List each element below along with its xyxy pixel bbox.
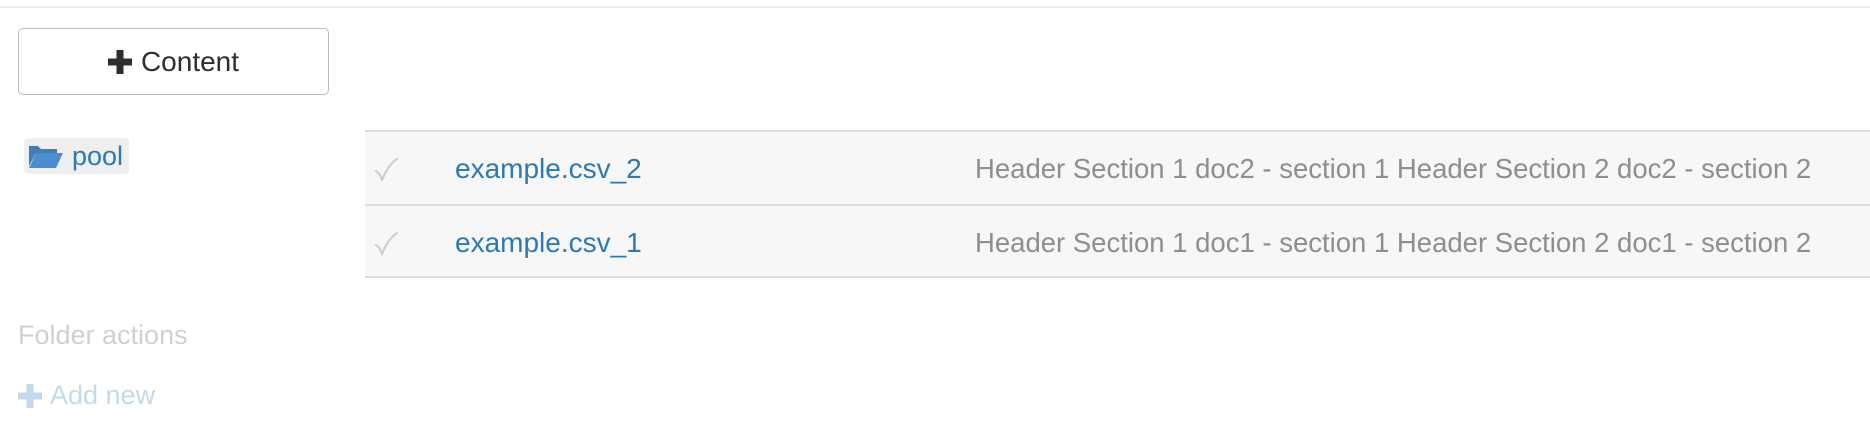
checkmark-icon[interactable] xyxy=(372,230,400,258)
add-content-label: Content xyxy=(140,45,240,77)
file-name-link[interactable]: example.csv_2 xyxy=(455,153,642,185)
top-divider xyxy=(0,6,1870,8)
plus-icon xyxy=(18,383,42,408)
file-summary: Header Section 1 doc2 - section 1 Header… xyxy=(975,153,1812,184)
plus-icon xyxy=(107,49,132,74)
folder-open-icon xyxy=(29,146,63,168)
file-row: example.csv_2 Header Section 1 doc2 - se… xyxy=(365,130,1870,204)
add-content-button[interactable]: Content xyxy=(18,28,329,95)
file-row: example.csv_1 Header Section 1 doc1 - se… xyxy=(365,204,1870,278)
folder-name: pool xyxy=(72,140,124,171)
folder-item-pool[interactable]: pool xyxy=(24,138,130,174)
file-name-link[interactable]: example.csv_1 xyxy=(455,227,642,259)
folder-actions-heading: Folder actions xyxy=(18,320,188,350)
checkmark-icon[interactable] xyxy=(372,156,400,184)
file-summary: Header Section 1 doc1 - section 1 Header… xyxy=(975,227,1812,258)
add-new-button[interactable]: Add new xyxy=(18,382,155,409)
file-list: example.csv_2 Header Section 1 doc2 - se… xyxy=(365,130,1870,278)
page: Content pool example.csv_2 Header Sectio… xyxy=(0,0,1870,448)
add-new-label: Add new xyxy=(50,380,156,410)
